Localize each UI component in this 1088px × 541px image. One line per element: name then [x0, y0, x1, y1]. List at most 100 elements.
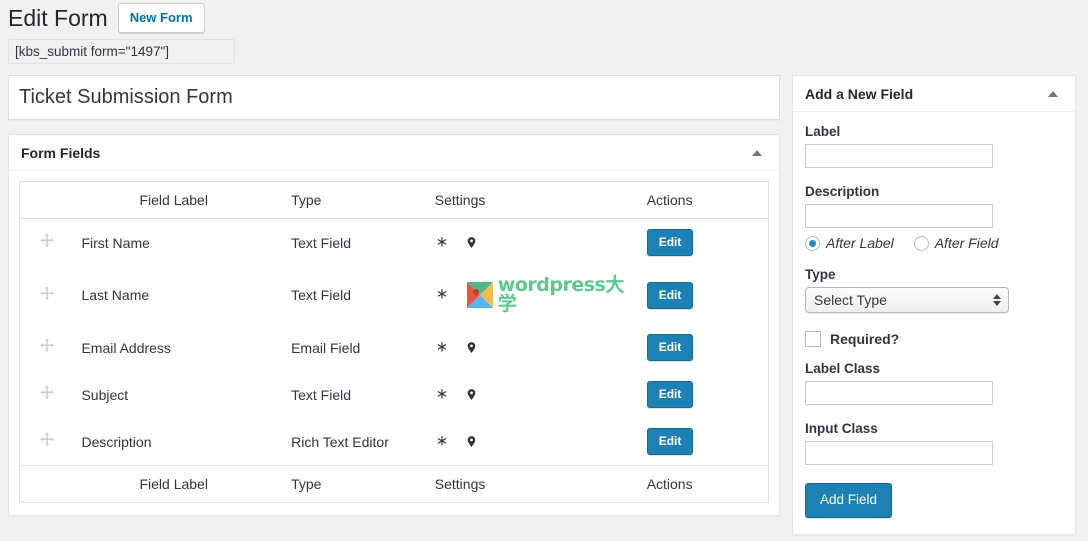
map-pin-icon	[465, 387, 478, 402]
description-field-input[interactable]	[805, 204, 993, 228]
asterisk-icon	[435, 288, 449, 302]
th-field-label: Field Label	[73, 181, 284, 219]
triangle-up-icon[interactable]	[747, 143, 767, 163]
field-type-cell: Email Field	[291, 339, 361, 356]
form-name-input[interactable]	[9, 76, 779, 119]
move-arrows-icon[interactable]	[38, 232, 56, 250]
drag-handle-cell[interactable]	[20, 418, 74, 466]
admin-page: Edit Form New Form Form Fields	[0, 0, 1088, 541]
add-new-field-panel-title: Add a New Field	[805, 85, 914, 102]
add-new-field-form: Label Description After Label After Fiel…	[793, 112, 1075, 534]
form-title-box	[8, 75, 780, 120]
field-type-cell: Text Field	[291, 234, 352, 251]
field-label-cell: Subject	[81, 386, 129, 403]
field-actions-cell: Edit	[639, 371, 769, 418]
table-row: Subject Text Field Edit	[20, 371, 769, 418]
watermark-logo-icon	[466, 282, 493, 308]
field-actions-cell: Edit	[639, 324, 769, 371]
table-row: First Name Text Field Edit	[20, 219, 769, 267]
move-arrows-icon[interactable]	[38, 285, 56, 303]
move-arrows-icon[interactable]	[38, 431, 56, 449]
field-actions-cell: Edit	[639, 219, 769, 267]
tf-actions: Actions	[638, 465, 769, 503]
table-header-row: Field Label Type Settings Actions	[19, 181, 769, 219]
edit-button[interactable]: Edit	[646, 381, 694, 408]
table-body: First Name Text Field Edit Last Name Tex…	[20, 219, 769, 466]
asterisk-icon	[435, 236, 449, 250]
radio-after-label[interactable]: After Label	[805, 235, 894, 251]
label-field-label: Label	[805, 124, 841, 139]
add-field-button[interactable]: Add Field	[805, 483, 893, 518]
content-columns: Form Fields Field Label Type Settings Ac…	[0, 75, 1088, 541]
label-class-label: Label Class	[805, 361, 881, 376]
asterisk-icon	[435, 435, 449, 449]
field-settings-cell	[427, 418, 639, 466]
drag-handle-cell[interactable]	[20, 371, 74, 418]
map-pin-icon	[465, 235, 478, 250]
new-form-button[interactable]: New Form	[117, 3, 205, 33]
form-fields-panel-header: Form Fields	[9, 135, 779, 171]
field-actions-cell: Edit	[639, 266, 769, 324]
edit-button[interactable]: Edit	[646, 334, 694, 361]
field-label-cell: Email Address	[81, 339, 171, 356]
map-pin-icon	[465, 340, 478, 355]
map-pin-icon	[465, 434, 478, 449]
required-checkbox-row[interactable]: Required?	[805, 331, 1063, 347]
edit-button[interactable]: Edit	[646, 428, 694, 455]
field-settings-cell	[427, 219, 639, 267]
form-fields-panel-title: Form Fields	[21, 144, 101, 161]
required-checkbox-label: Required?	[830, 331, 900, 347]
radio-after-field-control[interactable]	[913, 235, 929, 251]
description-field-label: Description	[805, 184, 880, 199]
radio-after-field[interactable]: After Field	[913, 235, 999, 251]
type-field-label: Type	[805, 267, 836, 282]
th-handle	[19, 181, 74, 219]
type-select[interactable]: Select Type	[805, 287, 1009, 313]
add-new-field-panel: Add a New Field Label Description After …	[792, 75, 1076, 535]
th-type: Type	[283, 181, 427, 219]
move-arrows-icon[interactable]	[38, 384, 56, 402]
page-header: Edit Form New Form	[0, 0, 1088, 33]
tf-field-label: Field Label	[73, 465, 284, 503]
drag-handle-cell[interactable]	[20, 219, 74, 267]
tf-settings: Settings	[426, 465, 639, 503]
side-column: Add a New Field Label Description After …	[792, 75, 1076, 541]
radio-after-label-control[interactable]	[805, 235, 820, 251]
edit-button[interactable]: Edit	[646, 229, 694, 256]
table-row: Last Name Text Field wordpress大学 Edit	[20, 266, 769, 324]
add-new-field-panel-header: Add a New Field	[793, 76, 1075, 112]
form-fields-table: Field Label Type Settings Actions First …	[19, 181, 769, 503]
shortcode-input[interactable]	[8, 39, 235, 64]
th-settings: Settings	[426, 181, 639, 219]
input-class-input[interactable]	[805, 441, 993, 465]
triangle-up-icon[interactable]	[1043, 84, 1063, 104]
drag-handle-cell[interactable]	[20, 324, 74, 371]
field-settings-cell	[427, 324, 639, 371]
wordpress-daxue-watermark: wordpress大学	[466, 274, 631, 315]
field-label-cell: Description	[81, 433, 152, 450]
label-field-input[interactable]	[805, 144, 993, 168]
label-class-input[interactable]	[805, 381, 993, 405]
watermark-text: wordpress大学	[497, 274, 625, 315]
asterisk-icon	[435, 341, 449, 355]
form-fields-panel: Form Fields Field Label Type Settings Ac…	[8, 134, 780, 516]
required-checkbox[interactable]	[805, 331, 821, 347]
table-row: Email Address Email Field Edit	[20, 324, 769, 371]
table-footer-row: Field Label Type Settings Actions	[19, 465, 769, 503]
edit-button[interactable]: Edit	[646, 281, 694, 309]
type-select-wrap[interactable]: Select Type	[805, 287, 1009, 313]
field-type-cell: Text Field	[291, 287, 352, 303]
input-class-label: Input Class	[805, 421, 878, 436]
drag-handle-cell[interactable]	[20, 266, 74, 324]
tf-type: Type	[283, 465, 427, 503]
radio-after-field-text: After Field	[934, 235, 999, 251]
table-head: Field Label Type Settings Actions	[19, 181, 769, 219]
description-position-radio-group: After Label After Field	[805, 235, 1063, 251]
field-type-cell: Text Field	[291, 386, 352, 403]
field-actions-cell: Edit	[639, 418, 769, 466]
table-foot: Field Label Type Settings Actions	[19, 465, 769, 503]
field-label-cell: Last Name	[81, 287, 150, 303]
table-row: Description Rich Text Editor Edit	[20, 418, 769, 466]
field-label-cell: First Name	[81, 234, 150, 251]
move-arrows-icon[interactable]	[38, 337, 56, 355]
